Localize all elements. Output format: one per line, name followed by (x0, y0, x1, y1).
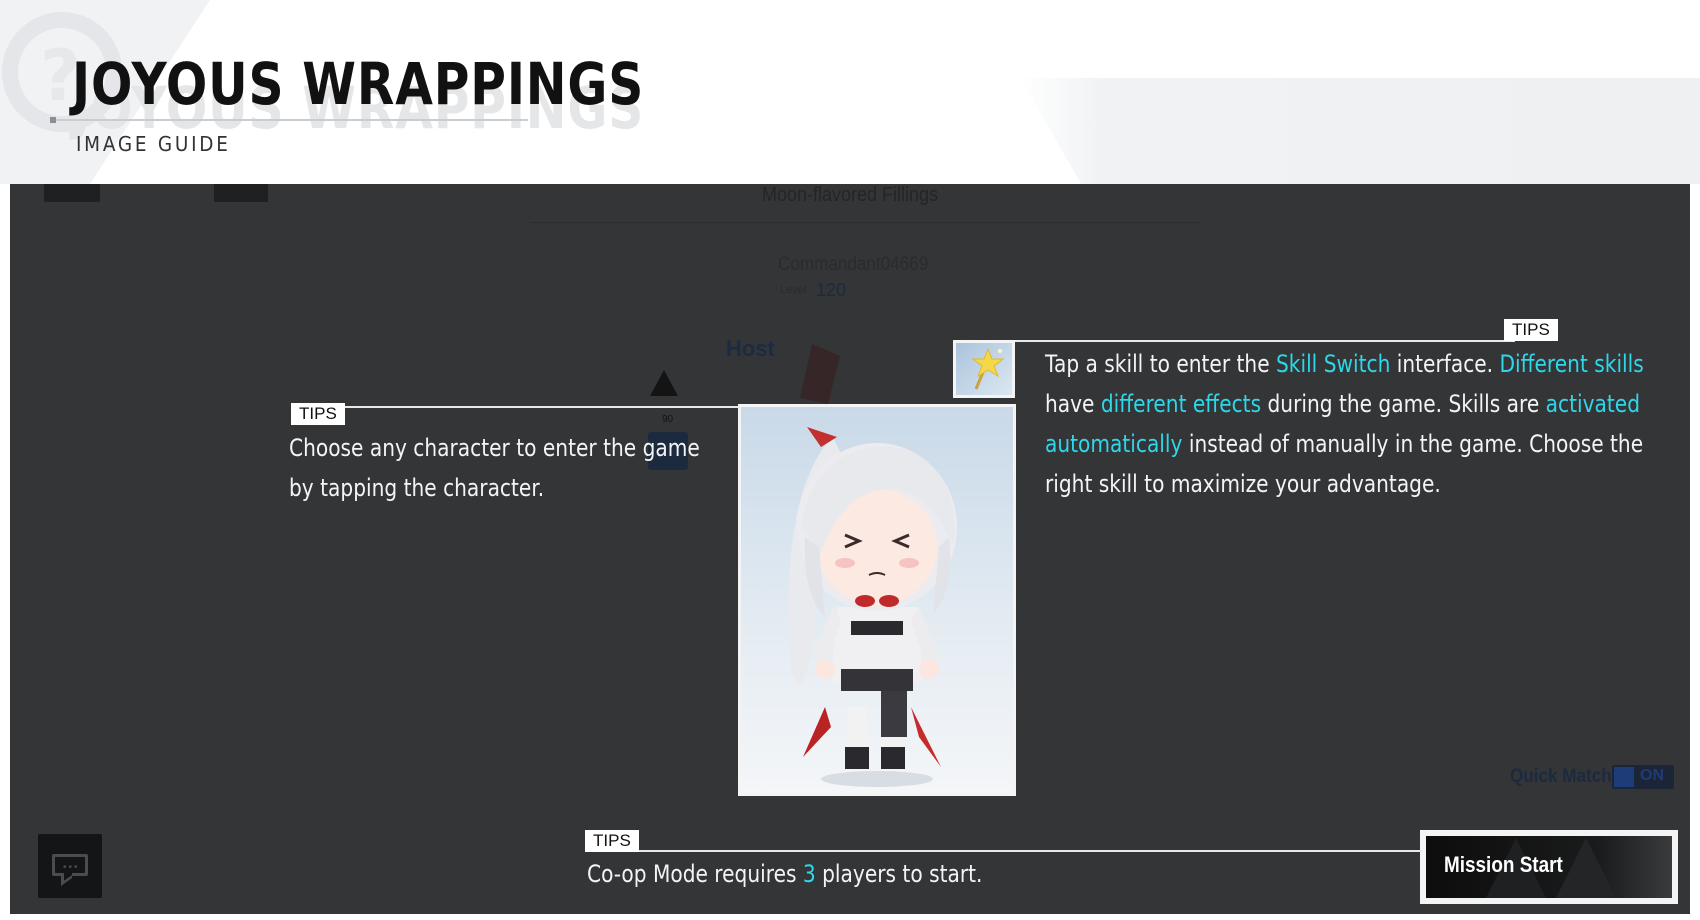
quick-match-label: Quick Match (1510, 766, 1612, 787)
skill-tip-part: interface. (1390, 350, 1500, 378)
host-label: Host (726, 336, 775, 361)
chat-button[interactable]: ••• (38, 834, 102, 898)
room-title: Moon-flavored Fillings (762, 184, 939, 206)
header-accent-panel (1020, 78, 1700, 184)
skill-tip-highlight: Skill Switch (1276, 350, 1391, 378)
warning-icon (650, 370, 678, 396)
title-divider (52, 119, 528, 121)
guide-header: ? JOYOUS WRAPPINGS JOYOUS WRAPPINGS IMAG… (0, 0, 1700, 184)
character-portrait[interactable] (738, 404, 1016, 796)
commander-name: Commandant04669 (778, 254, 929, 275)
coop-tip-text: Co-op Mode requires 3 players to start. (587, 854, 1091, 894)
chibi-character-icon (788, 427, 957, 787)
page-subtitle: IMAGE GUIDE (76, 132, 231, 156)
skill-tip-highlight: Different skills (1499, 350, 1644, 378)
weapon-silhouette (800, 344, 840, 404)
skill-tip-part: during the game. Skills are (1261, 390, 1546, 418)
game-screenshot: Moon-flavored Fillings Commandant04669 L… (10, 184, 1690, 914)
skill-tip-text: Tap a skill to enter the Skill Switch in… (1045, 344, 1667, 504)
star-wand-icon (971, 347, 1005, 390)
tips-badge: TIPS (585, 830, 639, 852)
chat-dots: ••• (63, 862, 80, 873)
mission-deco-triangle (1556, 838, 1616, 898)
skill-tip-part: Tap a skill to enter the (1045, 350, 1277, 378)
skill-tip-part: have (1045, 390, 1101, 418)
tips-badge: TIPS (291, 403, 345, 425)
help-button[interactable] (214, 184, 268, 202)
room-divider (530, 222, 1200, 223)
level-label: Level (780, 284, 807, 296)
mission-start-label: Mission Start (1444, 852, 1563, 877)
chat-bubble-icon: ••• (52, 854, 88, 876)
skill-slot[interactable] (953, 340, 1015, 398)
tip-connector-line (588, 850, 1422, 852)
skill-tip-highlight: different effects (1100, 390, 1262, 418)
coop-player-count: 3 (802, 860, 816, 888)
level-value: 120 (816, 280, 847, 300)
coop-tip-part: players to start. (815, 860, 983, 888)
tips-badge: TIPS (1504, 319, 1558, 341)
tip-connector-line (1015, 340, 1515, 342)
mission-start-button[interactable]: Mission Start (1420, 830, 1678, 904)
toggle-label: ON (1640, 767, 1664, 784)
back-button[interactable] (44, 184, 100, 202)
page-title: JOYOUS WRAPPINGS (72, 50, 645, 118)
mission-start-panel: Mission Start (1426, 836, 1672, 898)
title-divider-dot (50, 117, 56, 123)
character-level: 90 (662, 414, 674, 425)
quick-match-toggle[interactable]: ON (1612, 765, 1674, 789)
toggle-knob (1614, 767, 1634, 787)
coop-tip-part: Co-op Mode requires (587, 860, 803, 888)
tip-connector-line (320, 406, 740, 408)
character-tip-text: Choose any character to enter the game b… (289, 434, 700, 502)
